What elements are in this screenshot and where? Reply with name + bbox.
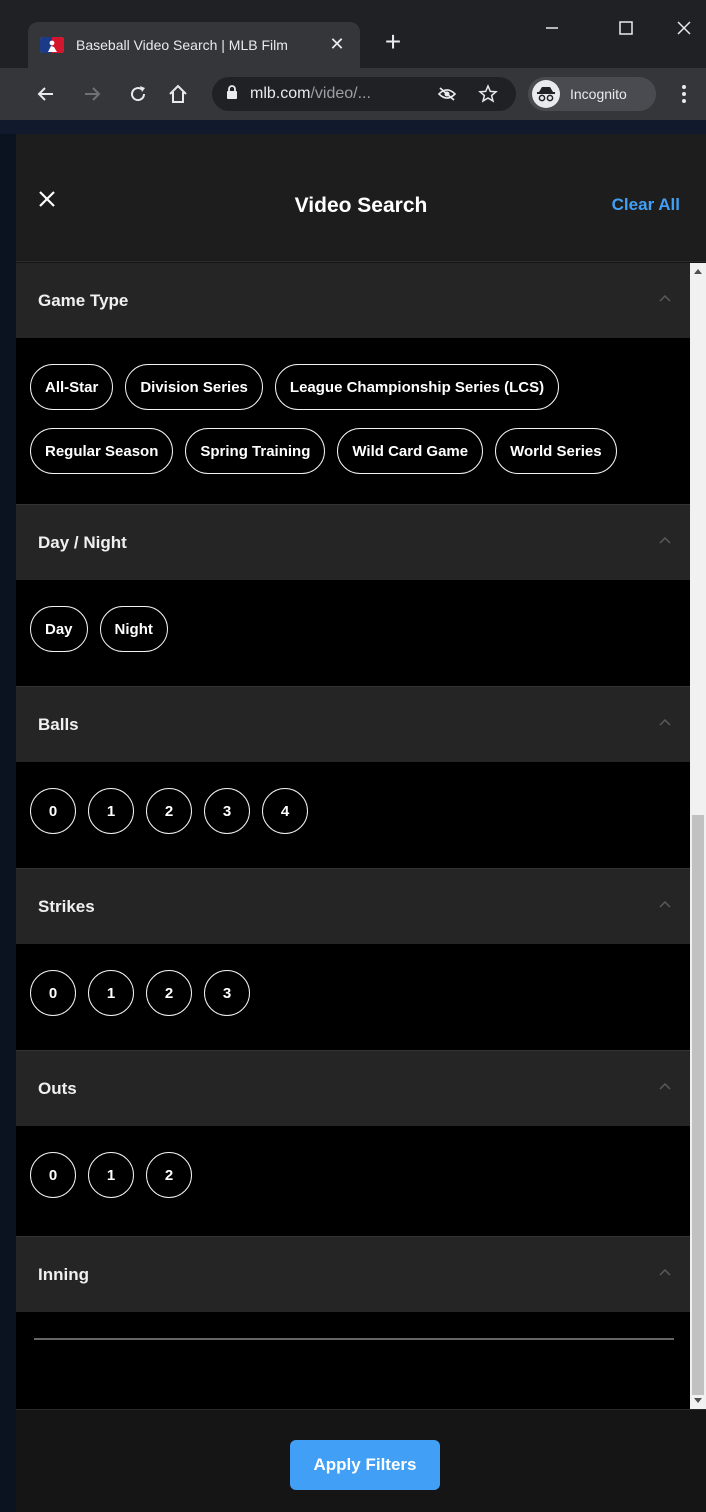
section-header-inning[interactable]: Inning: [16, 1237, 690, 1312]
chip-strikes-0[interactable]: 0: [30, 970, 76, 1016]
section-title: Outs: [38, 1078, 77, 1098]
star-icon[interactable]: [478, 84, 498, 109]
window-close-button[interactable]: [664, 14, 704, 44]
section-body-game-type: All-Star Division Series League Champion…: [16, 338, 690, 505]
tab-title: Baseball Video Search | MLB Film: [76, 37, 288, 53]
chip-regular-season[interactable]: Regular Season: [30, 428, 174, 474]
apply-filters-button[interactable]: Apply Filters: [290, 1440, 440, 1490]
chip-balls-1[interactable]: 1: [88, 788, 134, 834]
chip-balls-0[interactable]: 0: [30, 788, 76, 834]
browser-titlebar: Baseball Video Search | MLB Film ✕ +: [0, 0, 706, 68]
filters-scroll-area[interactable]: Game Type All-Star Division Series Leagu…: [16, 263, 706, 1409]
chip-strikes-1[interactable]: 1: [88, 970, 134, 1016]
section-body-balls: 0 1 2 3 4: [16, 762, 690, 869]
kebab-menu-icon[interactable]: [670, 80, 698, 108]
minimize-button[interactable]: [532, 14, 572, 44]
lock-icon[interactable]: [226, 84, 238, 104]
url-text: mlb.com/video/...: [250, 85, 371, 103]
inning-range-field[interactable]: [16, 1312, 690, 1342]
reload-icon[interactable]: [122, 78, 154, 110]
section-header-balls[interactable]: Balls: [16, 687, 690, 762]
section-header-strikes[interactable]: Strikes: [16, 869, 690, 944]
chip-group-day-night: Day Night: [30, 606, 676, 652]
page: Video Search Clear All Game Type All-Sta…: [0, 120, 706, 1512]
chip-group-balls: 0 1 2 3 4: [30, 788, 676, 834]
chip-night[interactable]: Night: [99, 606, 168, 652]
panel-footer: Apply Filters: [16, 1409, 706, 1512]
chip-spring-training[interactable]: Spring Training: [185, 428, 326, 474]
chip-group-game-type: All-Star Division Series League Champion…: [30, 364, 676, 474]
mlb-favicon-icon: [40, 37, 64, 53]
chip-balls-3[interactable]: 3: [204, 788, 250, 834]
section-body-strikes: 0 1 2 3: [16, 944, 690, 1051]
chip-balls-2[interactable]: 2: [146, 788, 192, 834]
scrollbar-thumb[interactable]: [692, 815, 704, 1395]
chip-outs-1[interactable]: 1: [88, 1152, 134, 1198]
url-path: /video/...: [310, 85, 371, 102]
home-icon[interactable]: [162, 78, 194, 110]
chip-division-series[interactable]: Division Series: [125, 364, 263, 410]
eye-off-icon[interactable]: [437, 86, 457, 107]
chip-wild-card-game[interactable]: Wild Card Game: [337, 428, 484, 474]
inning-field-underline: [34, 1338, 674, 1340]
chip-lcs[interactable]: League Championship Series (LCS): [274, 364, 560, 410]
browser-tab[interactable]: Baseball Video Search | MLB Film ✕: [28, 22, 360, 68]
scroll-down-arrow-icon[interactable]: [694, 1398, 702, 1403]
chevron-up-icon[interactable]: [658, 1267, 672, 1277]
browser-toolbar: mlb.com/video/... Incognito: [0, 68, 706, 120]
chip-day[interactable]: Day: [30, 606, 88, 652]
chevron-up-icon[interactable]: [658, 1081, 672, 1091]
section-header-game-type[interactable]: Game Type: [16, 263, 690, 338]
incognito-icon: [532, 80, 560, 108]
incognito-indicator[interactable]: Incognito: [528, 77, 656, 111]
section-title: Game Type: [38, 290, 129, 310]
chip-all-star[interactable]: All-Star: [30, 364, 114, 410]
address-bar[interactable]: mlb.com/video/...: [212, 77, 516, 111]
chevron-up-icon[interactable]: [658, 717, 672, 727]
chip-strikes-3[interactable]: 3: [204, 970, 250, 1016]
chip-group-strikes: 0 1 2 3: [30, 970, 676, 1016]
chip-world-series[interactable]: World Series: [495, 428, 617, 474]
maximize-button[interactable]: [606, 14, 646, 44]
panel-title: Video Search: [294, 194, 428, 217]
clear-all-button[interactable]: Clear All: [612, 195, 680, 215]
section-title: Balls: [38, 714, 79, 734]
section-body-day-night: Day Night: [16, 580, 690, 687]
scroll-up-arrow-icon[interactable]: [694, 269, 702, 274]
section-header-day-night[interactable]: Day / Night: [16, 505, 690, 580]
forward-arrow-icon[interactable]: [76, 78, 108, 110]
section-title: Day / Night: [38, 532, 127, 552]
chip-outs-2[interactable]: 2: [146, 1152, 192, 1198]
back-arrow-icon[interactable]: [30, 78, 62, 110]
new-tab-button[interactable]: +: [380, 28, 406, 56]
chip-outs-0[interactable]: 0: [30, 1152, 76, 1198]
page-background: [0, 120, 706, 134]
chevron-up-icon[interactable]: [658, 899, 672, 909]
chip-strikes-2[interactable]: 2: [146, 970, 192, 1016]
section-title: Strikes: [38, 896, 95, 916]
chip-balls-4[interactable]: 4: [262, 788, 308, 834]
section-header-outs[interactable]: Outs: [16, 1051, 690, 1126]
chevron-up-icon[interactable]: [658, 293, 672, 303]
chevron-up-icon[interactable]: [658, 535, 672, 545]
url-domain: mlb.com: [250, 85, 311, 102]
chip-group-outs: 0 1 2: [30, 1152, 676, 1198]
section-body-outs: 0 1 2: [16, 1126, 690, 1237]
incognito-label: Incognito: [570, 86, 627, 102]
tab-close-icon[interactable]: ✕: [328, 35, 346, 53]
scrollbar[interactable]: [690, 263, 706, 1409]
panel-header: Video Search Clear All: [16, 134, 706, 262]
video-search-panel: Video Search Clear All Game Type All-Sta…: [16, 134, 706, 1512]
section-title: Inning: [38, 1264, 89, 1284]
